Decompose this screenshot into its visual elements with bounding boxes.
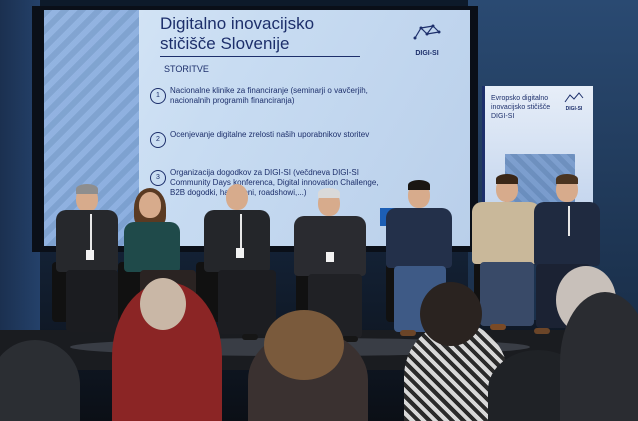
name-badge: [236, 248, 244, 258]
audience-head: [264, 310, 344, 380]
torso: [124, 222, 180, 272]
head: [226, 184, 248, 210]
torso: [204, 210, 270, 272]
service-item-2: 2 Ocenjevanje digitalne zrelosti naših u…: [150, 130, 380, 148]
shoe: [400, 330, 416, 336]
torso: [386, 208, 452, 268]
name-badge: [86, 250, 94, 260]
service-text: Organizacija dogodkov za DIGI-SI (večdne…: [170, 168, 379, 197]
name-badge: [326, 252, 334, 262]
torso: [294, 216, 366, 276]
hair: [318, 188, 340, 198]
shoe: [490, 324, 506, 330]
service-number: 3: [150, 170, 166, 186]
hair: [408, 180, 430, 190]
torso: [534, 202, 600, 266]
shoe: [242, 334, 258, 340]
lanyard: [90, 214, 92, 250]
network-icon: [564, 92, 584, 103]
network-icon: [413, 24, 441, 40]
legs: [66, 270, 118, 332]
title-underline: [160, 56, 360, 57]
slide-section-heading: STORITVE: [164, 64, 209, 74]
torso: [56, 210, 118, 272]
panel-discussion-photo: Digitalno inovacijsko stičišče Slovenije…: [0, 0, 638, 421]
slide-title-line1: Digitalno inovacijsko: [160, 14, 315, 33]
head: [139, 192, 161, 218]
service-number: 2: [150, 132, 166, 148]
audience-head: [140, 278, 186, 330]
lanyard: [240, 214, 242, 248]
hair: [496, 174, 518, 184]
banner-logo: DIGI-SI: [559, 92, 589, 112]
torso: [472, 202, 540, 264]
digi-si-logo: DIGI-SI: [404, 24, 450, 60]
hair: [556, 174, 578, 184]
service-number: 1: [150, 88, 166, 104]
lanyard: [568, 206, 570, 236]
service-item-1: 1 Nacionalne klinike za financiranje (se…: [150, 86, 380, 106]
legs: [480, 262, 534, 326]
service-text: Ocenjevanje digitalne zrelosti naših upo…: [170, 130, 370, 139]
service-item-3: 3 Organizacija dogodkov za DIGI-SI (večd…: [150, 168, 380, 198]
logo-text: DIGI-SI: [415, 50, 439, 57]
audience-head: [420, 282, 482, 346]
slide-title: Digitalno inovacijsko stičišče Slovenije: [160, 14, 314, 54]
banner-text: Evropsko digitalno inovacijsko stičišče …: [491, 95, 551, 120]
shoe: [534, 328, 550, 334]
legs: [218, 270, 276, 334]
hair: [76, 184, 98, 194]
service-text: Nacionalne klinike za financiranje (semi…: [170, 86, 368, 105]
slide-title-line2: stičišče Slovenije: [160, 34, 290, 53]
banner-logo-text: DIGI-SI: [565, 106, 583, 112]
